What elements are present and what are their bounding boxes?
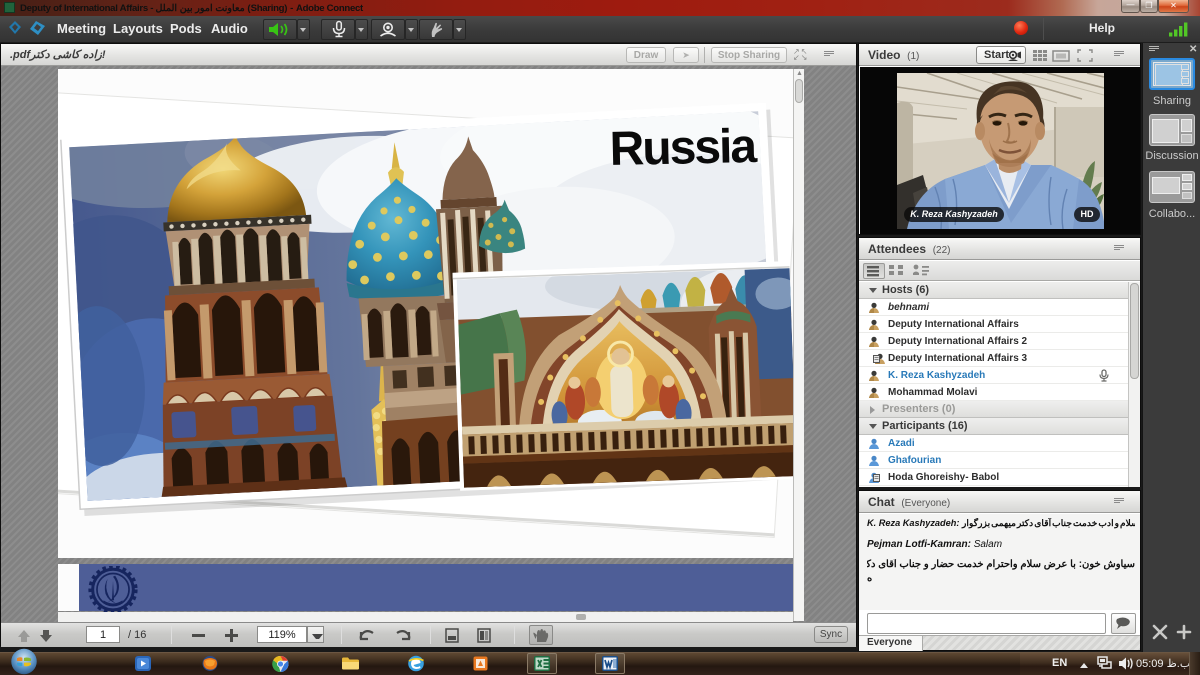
svg-text:Russia: Russia: [609, 120, 758, 176]
